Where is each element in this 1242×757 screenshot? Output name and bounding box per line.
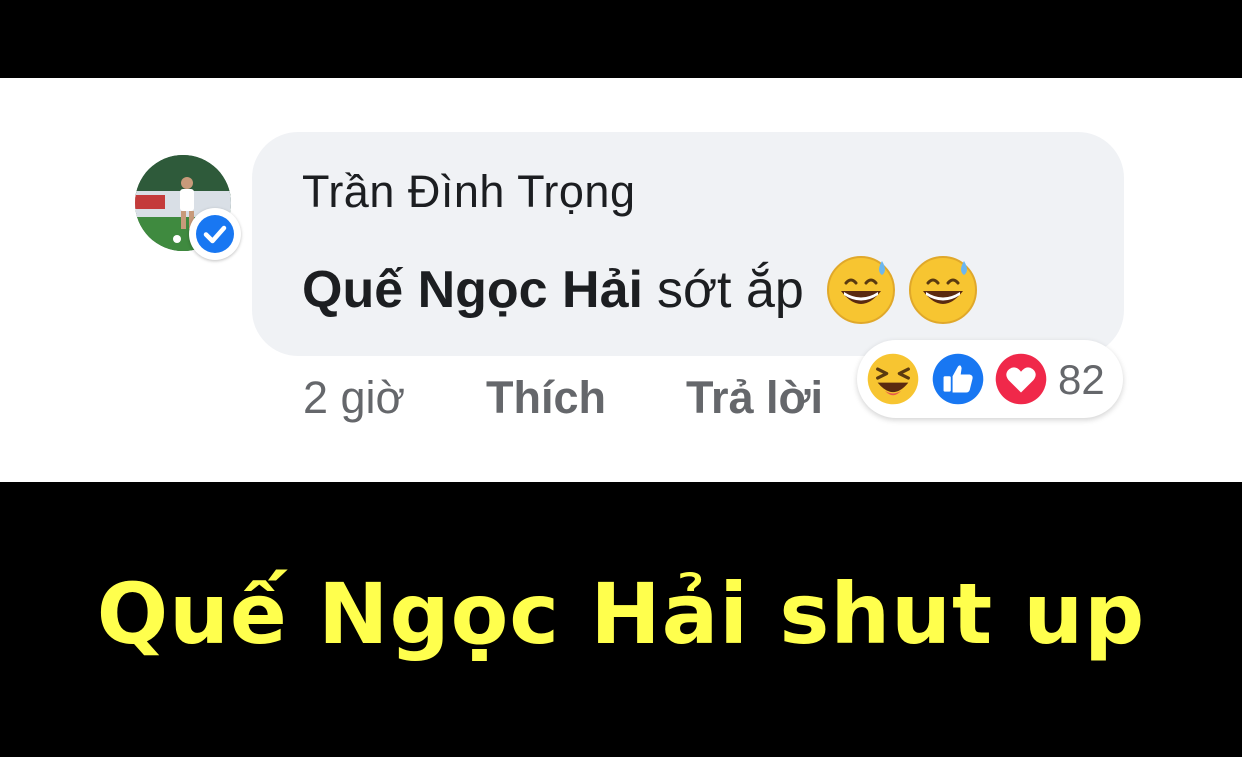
like-reaction-icon xyxy=(927,348,989,410)
reply-button[interactable]: Trả lời xyxy=(686,372,823,424)
comment-timestamp[interactable]: 2 giờ xyxy=(303,372,405,424)
top-black-bar xyxy=(0,0,1242,78)
mention-link[interactable]: Quế Ngọc Hải xyxy=(302,260,643,320)
emoji-group xyxy=(824,253,980,327)
grinning-sweat-emoji-icon xyxy=(908,256,977,324)
love-reaction-icon xyxy=(990,348,1052,410)
meme-caption: Quế Ngọc Hải shut up xyxy=(96,565,1146,663)
grinning-sweat-emoji-icon xyxy=(826,256,895,324)
comment-author[interactable]: Trần Đình Trọng xyxy=(302,166,636,218)
like-button[interactable]: Thích xyxy=(486,372,606,424)
comment-message: Quế Ngọc Hải sớt ắp xyxy=(302,253,980,327)
verified-badge-icon xyxy=(189,208,241,260)
haha-reaction-icon xyxy=(862,348,924,410)
comment-text: sớt ắp xyxy=(656,261,804,319)
reaction-count[interactable]: 82 xyxy=(1058,356,1105,404)
